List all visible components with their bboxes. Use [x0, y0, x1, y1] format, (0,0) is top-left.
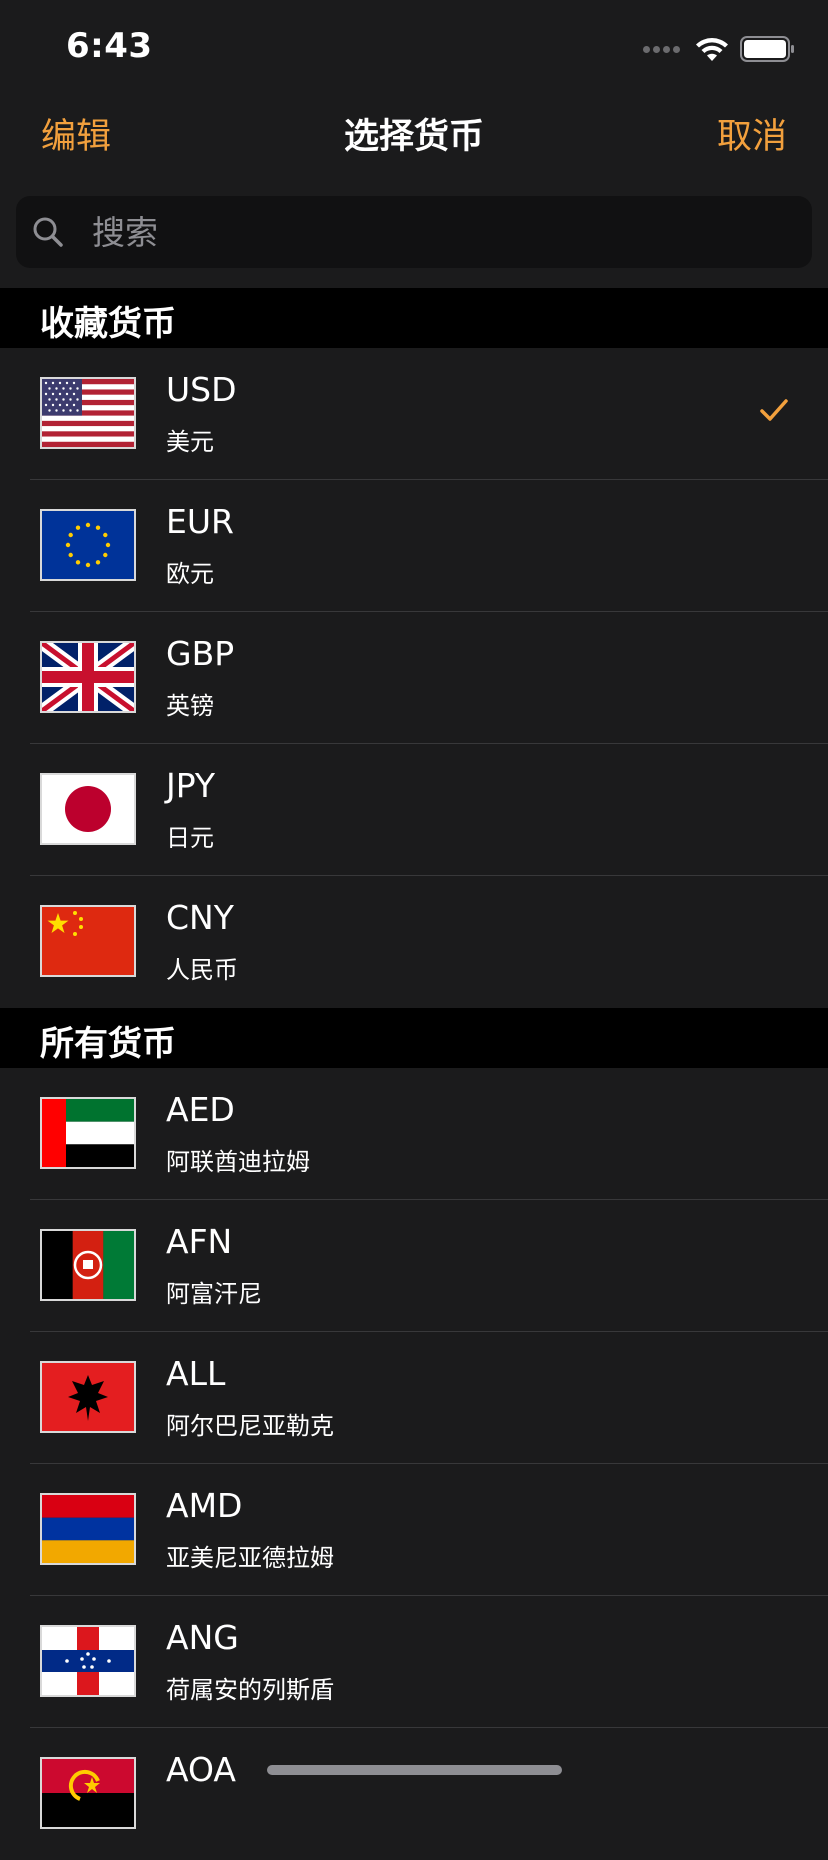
status-time: 6:43	[66, 26, 153, 66]
currency-row-cny[interactable]: CNY 人民币	[0, 876, 828, 1008]
currency-row-eur[interactable]: EUR 欧元	[0, 480, 828, 612]
section-header-favorites: 收藏货币	[0, 288, 828, 348]
ao-flag-icon	[40, 1757, 136, 1829]
currency-name: 欧元	[166, 560, 214, 588]
currency-name: 日元	[166, 824, 214, 852]
checkmark-icon	[760, 399, 788, 421]
currency-name: 阿尔巴尼亚勒克	[166, 1412, 334, 1440]
battery-icon	[740, 36, 794, 62]
currency-name: 人民币	[166, 956, 238, 984]
signal-icon	[640, 45, 680, 53]
currency-row-afn[interactable]: AFN 阿富汗尼	[0, 1200, 828, 1332]
am-flag-icon	[40, 1493, 136, 1565]
currency-code: JPY	[166, 766, 216, 805]
gb-flag-icon	[40, 641, 136, 713]
jp-flag-icon	[40, 773, 136, 845]
an-flag-icon	[40, 1625, 136, 1697]
search-input[interactable]	[76, 196, 812, 268]
section-title: 所有货币	[40, 1024, 176, 1064]
currency-name: 英镑	[166, 692, 214, 720]
search-field[interactable]	[16, 196, 812, 268]
wifi-icon	[696, 38, 728, 61]
currency-name: 阿联酋迪拉姆	[166, 1148, 310, 1176]
home-indicator[interactable]	[267, 1765, 562, 1775]
al-flag-icon	[40, 1361, 136, 1433]
currency-code: GBP	[166, 634, 235, 673]
currency-name: 荷属安的列斯盾	[166, 1676, 334, 1704]
section-header-all: 所有货币	[0, 1008, 828, 1068]
cn-flag-icon	[40, 905, 136, 977]
search-icon	[33, 217, 63, 247]
currency-code: EUR	[166, 502, 234, 541]
currency-code: ALL	[166, 1354, 226, 1393]
section-title: 收藏货币	[40, 304, 176, 344]
currency-row-jpy[interactable]: JPY 日元	[0, 744, 828, 876]
status-bar: 6:43	[0, 0, 828, 88]
currency-code: ANG	[166, 1618, 239, 1657]
currency-code: AOA	[166, 1750, 236, 1789]
cancel-button[interactable]: 取消	[717, 108, 787, 159]
currency-code: AFN	[166, 1222, 233, 1261]
nav-bar: 编辑 选择货币 取消	[0, 88, 828, 176]
currency-name: 阿富汗尼	[166, 1280, 262, 1308]
page-title: 选择货币	[343, 117, 484, 157]
af-flag-icon	[40, 1229, 136, 1301]
currency-code: AED	[166, 1090, 235, 1129]
status-icons	[640, 34, 796, 64]
currency-row-usd[interactable]: USD 美元	[0, 348, 828, 480]
currency-row-ang[interactable]: ANG 荷属安的列斯盾	[0, 1596, 828, 1728]
eu-flag-icon	[40, 509, 136, 581]
currency-code: CNY	[166, 898, 234, 937]
currency-name: 美元	[166, 428, 214, 456]
currency-code: AMD	[166, 1486, 243, 1525]
currency-row-amd[interactable]: AMD 亚美尼亚德拉姆	[0, 1464, 828, 1596]
currency-row-aoa[interactable]: AOA	[0, 1728, 828, 1860]
currency-row-aed[interactable]: AED 阿联酋迪拉姆	[0, 1068, 828, 1200]
currency-name: 亚美尼亚德拉姆	[166, 1544, 334, 1572]
currency-code: USD	[166, 370, 237, 409]
ae-flag-icon	[40, 1097, 136, 1169]
search-bar	[0, 176, 828, 288]
currency-row-gbp[interactable]: GBP 英镑	[0, 612, 828, 744]
us-flag-icon	[40, 377, 136, 449]
currency-row-all[interactable]: ALL 阿尔巴尼亚勒克	[0, 1332, 828, 1464]
